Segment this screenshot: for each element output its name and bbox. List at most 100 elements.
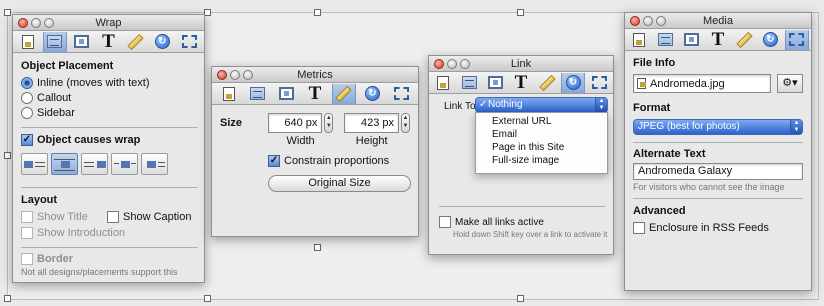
resize-handle-bottom-right[interactable] [517, 295, 524, 302]
tab-media[interactable] [389, 84, 413, 104]
wrap-left-button[interactable] [51, 153, 78, 175]
close-window-button[interactable] [18, 18, 28, 28]
width-field[interactable]: 640 px [267, 113, 323, 133]
designs-footnote: Not all designs/placements support this [21, 267, 178, 277]
resize-handle-top-left[interactable] [4, 9, 11, 16]
height-stepper[interactable]: ▲ ▼ [401, 113, 410, 133]
placement-sidebar-option[interactable]: Sidebar [21, 107, 198, 119]
tab-wrap[interactable] [680, 30, 704, 50]
border-checkbox[interactable] [21, 253, 33, 265]
tab-text[interactable]: T [97, 32, 121, 52]
tab-document[interactable] [431, 73, 455, 93]
menu-item-page-in-site[interactable]: Page in this Site [476, 141, 607, 154]
tab-metrics[interactable] [535, 73, 559, 93]
rss-enclosure-option[interactable]: Enclosure in RSS Feeds [633, 222, 803, 234]
tab-document[interactable] [16, 32, 40, 52]
minimize-window-button[interactable] [447, 59, 457, 69]
tab-wrap[interactable] [483, 73, 507, 93]
tab-media[interactable] [177, 32, 201, 52]
border-option[interactable]: Border [21, 253, 198, 265]
radio-callout[interactable] [21, 92, 33, 104]
divider [21, 127, 198, 128]
tab-link[interactable]: ↻ [759, 30, 783, 50]
wrap-none-button[interactable] [21, 153, 48, 175]
menu-item-external-url[interactable]: External URL [476, 115, 607, 128]
tab-metrics[interactable] [331, 83, 356, 104]
tab-text[interactable]: T [706, 30, 730, 50]
crop-icon [789, 33, 805, 46]
causes-wrap-option[interactable]: ✓ Object causes wrap [21, 134, 198, 146]
resize-handle-top-mid2[interactable] [314, 9, 321, 16]
make-links-active-checkbox[interactable] [439, 216, 451, 228]
constrain-proportions-option[interactable]: ✓ Constrain proportions [268, 155, 410, 167]
tab-media[interactable] [587, 73, 611, 93]
tab-document[interactable] [217, 84, 241, 104]
tab-link[interactable]: ↻ [150, 32, 174, 52]
placement-inline-option[interactable]: Inline (moves with text) [21, 77, 198, 89]
constrain-proportions-checkbox[interactable]: ✓ [268, 155, 280, 167]
width-stepper[interactable]: ▲ ▼ [324, 113, 334, 133]
placement-callout-option[interactable]: Callout [21, 92, 198, 104]
tab-text[interactable]: T [509, 73, 533, 93]
tab-metrics[interactable] [732, 30, 756, 50]
wrap-largest-button[interactable] [141, 153, 168, 175]
show-introduction-checkbox[interactable] [21, 227, 33, 239]
tab-link[interactable]: ↻ [361, 84, 385, 104]
format-popup[interactable]: JPEG (best for photos) ▲ ▼ [633, 119, 803, 135]
link-to-popup[interactable]: ✓ Nothing ▲ ▼ [475, 97, 608, 113]
wrap-titlebar: Wrap [13, 15, 204, 31]
minimize-window-button[interactable] [31, 18, 41, 28]
zoom-window-button[interactable] [44, 18, 54, 28]
height-field[interactable]: 423 px [344, 113, 400, 133]
resize-handle-middle-left[interactable] [4, 152, 11, 159]
resize-handle-bottom-left[interactable] [4, 295, 11, 302]
rss-enclosure-checkbox[interactable] [633, 222, 645, 234]
resize-handle-bottom-middle[interactable] [204, 295, 211, 302]
resize-handle-top-right[interactable] [517, 9, 524, 16]
wrap-right-button[interactable] [81, 153, 108, 175]
show-introduction-option[interactable]: Show Introduction [21, 227, 198, 239]
show-caption-checkbox[interactable] [107, 211, 119, 223]
height-caption: Height [355, 135, 388, 147]
link-panel-title: Link [510, 58, 532, 70]
tab-document[interactable] [627, 30, 651, 50]
original-size-button[interactable]: Original Size [268, 175, 411, 192]
ruler-icon [736, 31, 753, 48]
tab-text[interactable]: T [303, 84, 327, 104]
tab-layout[interactable] [42, 31, 67, 52]
wrap-both-button[interactable] [111, 153, 138, 175]
tab-layout[interactable] [457, 73, 481, 93]
zoom-window-button[interactable] [243, 70, 253, 80]
tab-metrics[interactable] [123, 32, 147, 52]
wrap-style-buttons [21, 153, 198, 175]
tab-layout[interactable] [654, 30, 678, 50]
tab-media[interactable] [784, 29, 809, 50]
resize-handle-bottom-mid2[interactable] [314, 244, 321, 251]
file-actions-gear-button[interactable]: ⚙▾ [777, 74, 803, 93]
tab-wrap[interactable] [274, 84, 298, 104]
show-title-option[interactable]: Show Title [21, 211, 107, 223]
minimize-window-button[interactable] [643, 16, 653, 26]
tab-link[interactable]: ↻ [561, 72, 585, 93]
radio-sidebar[interactable] [21, 107, 33, 119]
metrics-content: Size 640 px ▲ ▼ 423 px ▲ ▼ Width Height ✓ C… [220, 113, 411, 192]
tab-layout[interactable] [246, 84, 270, 104]
causes-wrap-checkbox[interactable]: ✓ [21, 134, 33, 146]
show-title-checkbox[interactable] [21, 211, 33, 223]
resize-handle-top-middle[interactable] [204, 9, 211, 16]
menu-item-full-size-image[interactable]: Full-size image [476, 154, 607, 167]
close-window-button[interactable] [630, 16, 640, 26]
tab-wrap[interactable] [70, 32, 94, 52]
zoom-window-button[interactable] [656, 16, 666, 26]
radio-inline[interactable] [21, 77, 33, 89]
zoom-window-button[interactable] [460, 59, 470, 69]
advanced-heading: Advanced [633, 205, 686, 217]
wrap-content: Object Placement Inline (moves with text… [21, 60, 198, 277]
menu-item-email[interactable]: Email [476, 128, 607, 141]
close-window-button[interactable] [434, 59, 444, 69]
make-links-active-option[interactable]: Make all links active [439, 216, 544, 228]
close-window-button[interactable] [217, 70, 227, 80]
minimize-window-button[interactable] [230, 70, 240, 80]
alternate-text-field[interactable]: Andromeda Galaxy [633, 163, 803, 180]
show-caption-option[interactable]: Show Caption [107, 211, 192, 223]
